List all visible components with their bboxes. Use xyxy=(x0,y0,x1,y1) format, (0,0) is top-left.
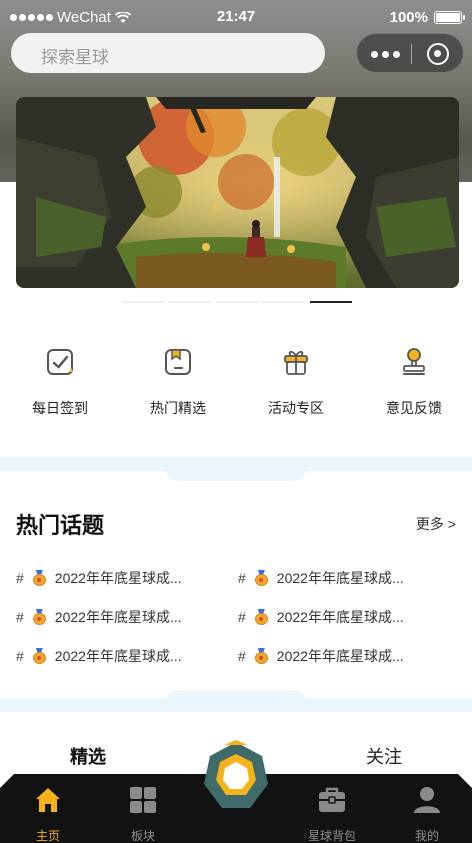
gift-icon xyxy=(284,350,308,375)
close-miniprogram-icon[interactable] xyxy=(427,43,449,65)
topic-item[interactable]: # 2022年年底星球成... xyxy=(238,607,404,627)
nav-label: 板块 xyxy=(130,829,155,843)
more-options-icon[interactable] xyxy=(371,51,400,58)
nav-item-boards[interactable]: 板块 xyxy=(113,780,173,843)
quick-item-label: 意见反馈 xyxy=(386,400,442,416)
banner-indicator[interactable] xyxy=(216,301,258,303)
hash-symbol: # xyxy=(16,570,24,586)
topic-item[interactable]: # 2022年年底星球成... xyxy=(238,646,404,666)
nav-label: 主页 xyxy=(35,829,60,843)
banner-image xyxy=(16,97,459,288)
battery-icon xyxy=(434,11,465,24)
topic-item[interactable]: # 2022年年底星球成... xyxy=(16,568,182,588)
grid-icon xyxy=(130,787,156,813)
banner-indicator-active[interactable] xyxy=(310,301,352,303)
bookmark-icon xyxy=(165,349,191,375)
quick-item-label: 活动专区 xyxy=(268,400,324,416)
section-divider xyxy=(0,690,472,712)
briefcase-icon xyxy=(319,787,345,812)
nav-label: 星球背包 xyxy=(307,829,356,843)
tab-follow[interactable]: 关注 xyxy=(366,743,402,769)
nav-label: 我的 xyxy=(414,829,439,843)
quick-item-label: 热门精选 xyxy=(150,400,206,416)
quick-item-checkin[interactable]: 每日签到 xyxy=(1,345,119,418)
section-divider xyxy=(0,457,472,481)
battery-percent: 100% xyxy=(389,9,428,26)
topic-text: 2022年年底星球成... xyxy=(54,570,182,586)
topic-item[interactable]: # 2022年年底星球成... xyxy=(238,568,404,588)
quick-item-label: 每日签到 xyxy=(32,400,88,416)
checkin-icon xyxy=(47,349,73,375)
hash-symbol: # xyxy=(238,609,246,625)
page: WeChat 21:47 100% 探索星球 每日签到 热门精选 活动专区 意见… xyxy=(0,0,472,843)
capsule-divider xyxy=(411,44,412,64)
banner-indicator[interactable] xyxy=(263,301,305,303)
user-icon xyxy=(414,787,440,813)
nav-item-home[interactable]: 主页 xyxy=(18,780,78,843)
status-bar: WeChat 21:47 100% xyxy=(0,0,472,34)
banner-indicators xyxy=(122,301,352,303)
medal-icon xyxy=(32,609,46,625)
hash-symbol: # xyxy=(238,570,246,586)
search-placeholder: 探索星球 xyxy=(41,48,109,67)
medal-icon xyxy=(254,609,268,625)
banner-indicator[interactable] xyxy=(122,301,164,303)
topic-text: 2022年年底星球成... xyxy=(54,609,182,625)
miniprogram-capsule xyxy=(356,33,464,73)
home-icon xyxy=(36,788,60,812)
medal-icon xyxy=(32,648,46,664)
medal-icon xyxy=(32,570,46,586)
hot-topics-more-link[interactable]: 更多 > xyxy=(416,514,456,534)
quick-menu: 每日签到 热门精选 活动专区 意见反馈 xyxy=(0,345,472,425)
topic-item[interactable]: # 2022年年底星球成... xyxy=(16,646,182,666)
topic-text: 2022年年底星球成... xyxy=(276,609,404,625)
hash-symbol: # xyxy=(16,648,24,664)
medal-icon xyxy=(254,570,268,586)
hot-topics-title: 热门话题 xyxy=(16,513,105,538)
search-input[interactable]: 探索星球 xyxy=(11,33,325,73)
quick-item-feedback[interactable]: 意见反馈 xyxy=(355,345,472,418)
quick-item-events[interactable]: 活动专区 xyxy=(237,345,355,418)
topic-text: 2022年年底星球成... xyxy=(54,648,182,664)
medal-icon xyxy=(254,648,268,664)
tab-selected[interactable]: 精选 xyxy=(70,743,106,769)
hash-symbol: # xyxy=(16,609,24,625)
battery-status: 100% xyxy=(389,9,465,26)
quick-item-featured[interactable]: 热门精选 xyxy=(119,345,237,418)
center-action-button[interactable] xyxy=(202,740,270,812)
topic-item[interactable]: # 2022年年底星球成... xyxy=(16,607,182,627)
nav-item-profile[interactable]: 我的 xyxy=(397,780,457,843)
banner-carousel[interactable] xyxy=(16,97,459,288)
banner-indicator[interactable] xyxy=(169,301,211,303)
topic-text: 2022年年底星球成... xyxy=(276,570,404,586)
nav-item-backpack[interactable]: 星球背包 xyxy=(302,780,362,843)
topic-text: 2022年年底星球成... xyxy=(276,648,404,664)
hash-symbol: # xyxy=(238,648,246,664)
feedback-stamp-icon xyxy=(403,348,425,375)
